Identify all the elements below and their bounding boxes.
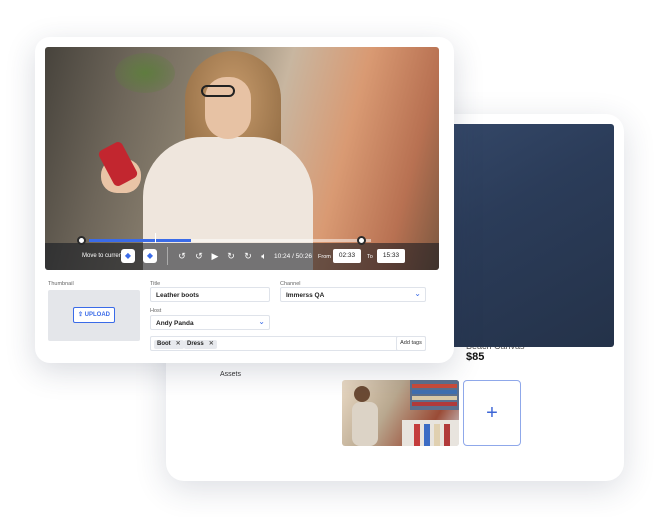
asset-store-thumbnail[interactable] [342,380,459,446]
chevron-down-icon: ⌄ [258,317,265,326]
channel-select[interactable]: Immerss QA ⌄ [280,287,426,302]
progress-bar[interactable] [89,239,371,242]
trim-end-handle[interactable] [357,236,366,245]
from-label: From [318,254,331,260]
video-player[interactable]: Move to current ◆ ◆ ↺ ↺ ▶ ↻ ↻ 🔈︎ 10:24 /… [45,47,439,270]
add-asset-button[interactable]: + [463,380,521,446]
remove-tag-icon[interactable]: ✕ [176,341,181,347]
time-display: 10:24 / 50:26 [274,253,312,260]
volume-icon[interactable]: 🔈︎ [258,250,270,262]
progress-fill [89,239,191,242]
thumbnail-label: Thumbnail [48,281,74,287]
upload-button[interactable]: ⇪ UPLOAD [73,307,115,323]
host-select-value: Andy Panda [156,319,194,327]
forward-icon[interactable]: ↻ [225,250,237,262]
thumbnail-dropzone[interactable]: ⇪ UPLOAD [48,290,140,341]
from-time-input[interactable]: 02:33 [333,249,361,263]
video-editor-panel: Move to current ◆ ◆ ↺ ↺ ▶ ↻ ↻ 🔈︎ 10:24 /… [35,37,454,363]
chevron-down-icon: ⌄ [414,289,421,298]
channel-select-value: Immerss QA [286,291,325,299]
playhead[interactable] [155,233,156,243]
align-end-icon[interactable]: ◆ [143,249,157,263]
rewind-icon[interactable]: ↺ [193,250,205,262]
play-icon[interactable]: ▶ [209,250,221,262]
to-label: To [367,254,373,260]
upload-icon: ⇪ [77,312,83,318]
host-label: Host [150,308,162,314]
tag-chip-label: Dress [187,341,204,347]
assets-label: Assets [220,371,242,378]
move-to-current-label: Move to current [82,253,124,259]
to-time-input[interactable]: 15:33 [377,249,405,263]
remove-tag-icon[interactable]: ✕ [209,341,214,347]
tag-chip: Boot ✕ [154,340,184,349]
tag-chip: Dress ✕ [184,340,217,349]
title-input[interactable]: Leather boots [150,287,270,302]
host-select[interactable]: Andy Panda ⌄ [150,315,270,330]
trim-start-handle[interactable] [77,236,86,245]
tags-input[interactable]: Boot ✕ Dress ✕ [150,336,426,351]
upload-button-label: UPLOAD [84,312,111,318]
tag-chip-label: Boot [157,341,171,347]
rewind-10-icon[interactable]: ↺ [176,250,188,262]
title-input-value: Leather boots [156,291,199,299]
add-tags-button[interactable]: Add tags [396,336,426,351]
forward-10-icon[interactable]: ↻ [242,250,254,262]
align-start-icon[interactable]: ◆ [121,249,135,263]
product-price: $85 [466,351,485,363]
